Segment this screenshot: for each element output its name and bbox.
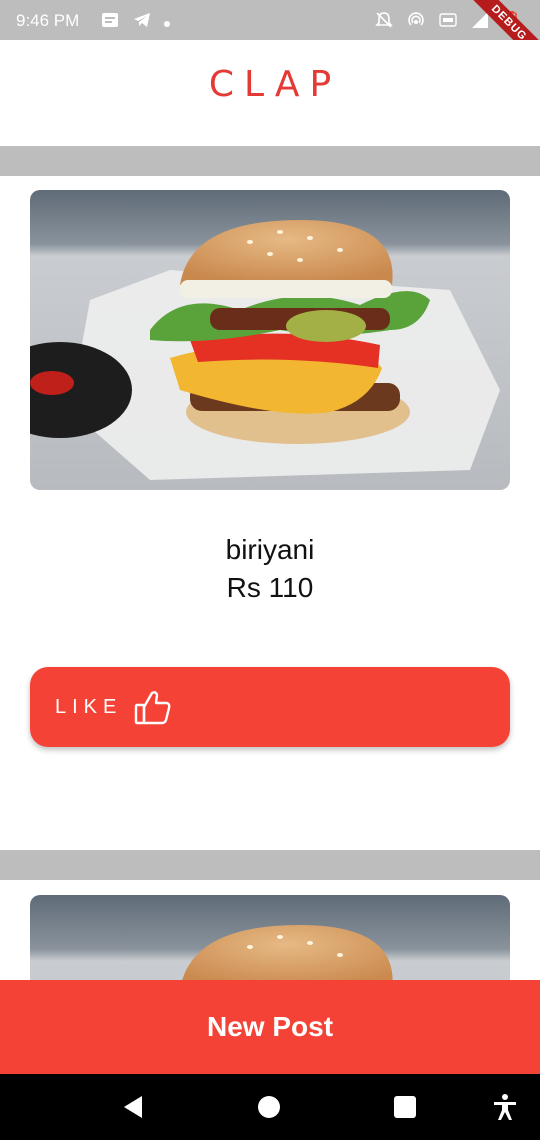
- like-label: LIKE: [55, 696, 123, 718]
- separator: [0, 146, 540, 176]
- notifications-off-icon: [375, 12, 393, 28]
- recents-icon[interactable]: [390, 1092, 420, 1122]
- telegram-icon: [134, 13, 150, 27]
- new-post-button[interactable]: New Post: [0, 980, 540, 1074]
- home-icon[interactable]: [254, 1092, 284, 1122]
- app-bar: CLAP: [0, 40, 540, 146]
- food-price: Rs 110: [226, 572, 314, 603]
- separator: [0, 850, 540, 880]
- status-left-icons: [100, 10, 170, 30]
- burger-image: [30, 895, 510, 980]
- food-name: biriyani: [225, 534, 315, 565]
- volte-icon: [439, 13, 457, 27]
- hotspot-icon: [408, 12, 424, 26]
- back-icon[interactable]: [118, 1092, 148, 1122]
- notification-dot: [164, 20, 170, 27]
- message-icon: [102, 13, 118, 27]
- post-card: [0, 880, 540, 980]
- burger-image: [30, 190, 510, 490]
- thumbs-up-icon: [134, 691, 171, 725]
- nav-bar: [0, 1074, 540, 1140]
- status-time: 9:46 PM: [16, 11, 80, 30]
- like-button[interactable]: LIKE: [30, 667, 510, 747]
- status-bar: 9:46 PM DEBUG: [0, 0, 540, 76]
- post-card: biriyani Rs 110 LIKE: [0, 176, 540, 850]
- burger-illustration: [30, 895, 510, 980]
- app-screen: 9:46 PM DEBUG CLAP biriyani Rs 110 LIKE …: [0, 0, 540, 1140]
- accessibility-icon[interactable]: [490, 1092, 520, 1122]
- app-title: CLAP: [208, 64, 342, 105]
- burger-illustration: [30, 190, 510, 490]
